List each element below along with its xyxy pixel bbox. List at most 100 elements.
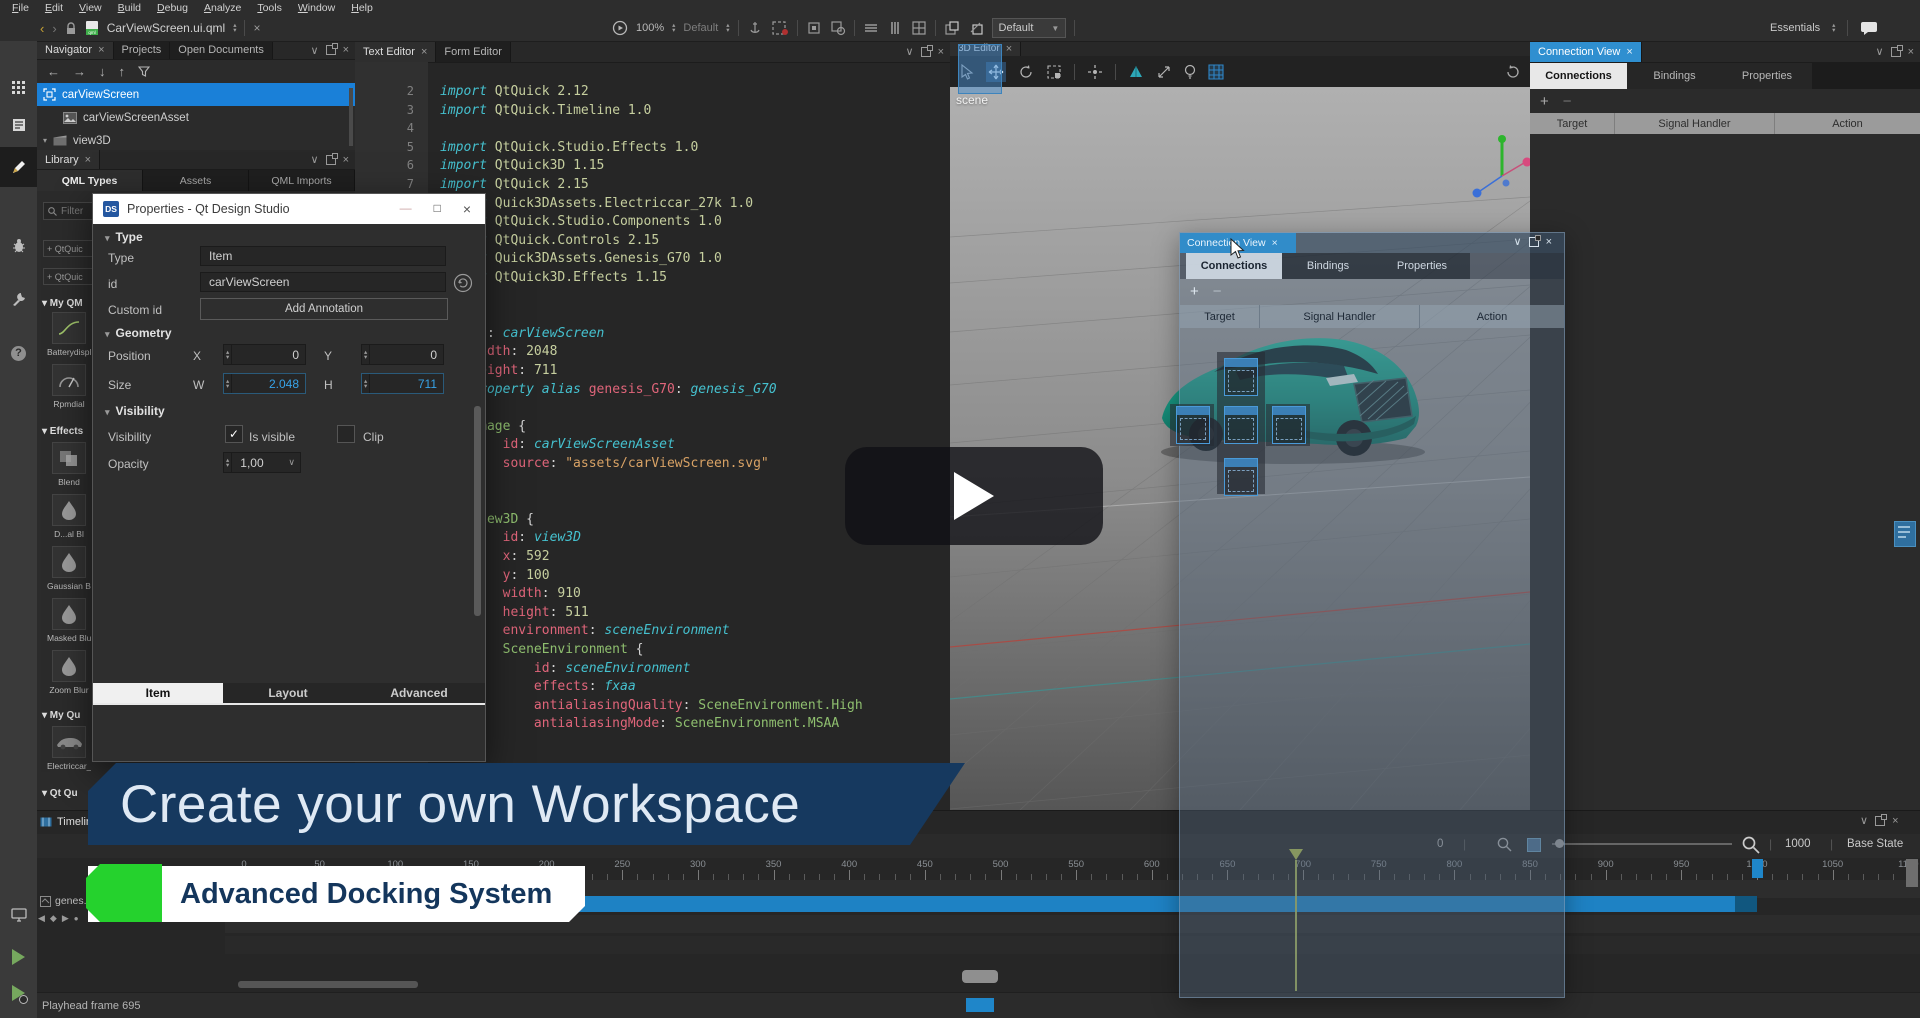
tree-item-carviewscreenasset[interactable]: carViewScreenAsset (37, 106, 355, 129)
tree-item-carviewscreen[interactable]: carViewScreen (37, 83, 355, 106)
feedback-chat-icon[interactable] (1860, 21, 1878, 35)
library-section-header[interactable]: ▾ Qt Qu (42, 788, 78, 799)
dialog-scrollbar[interactable] (474, 406, 481, 616)
tab-connections[interactable]: Connections (1530, 63, 1627, 89)
dock-drop-bottom-icon[interactable] (1224, 458, 1258, 496)
open-document-selector[interactable]: CarViewScreen.ui.qml (107, 21, 226, 35)
menu-help[interactable]: Help (351, 2, 373, 14)
close-icon[interactable]: × (463, 201, 471, 217)
tab-advanced[interactable]: Advanced (353, 683, 485, 703)
send-backward-icon[interactable] (968, 20, 984, 36)
close-icon[interactable]: × (1892, 815, 1898, 827)
video-play-button[interactable] (845, 447, 1103, 545)
dock-drop-left-icon[interactable] (1176, 406, 1210, 444)
height-spinbox[interactable]: ▴▾711 (361, 373, 444, 394)
tab-navigator[interactable]: Navigator× (37, 41, 114, 59)
y-spinbox[interactable]: ▴▾0 (361, 344, 444, 365)
keyframe-icon[interactable]: ◆ (50, 913, 57, 924)
add-annotation-button[interactable]: Add Annotation (200, 298, 448, 320)
column-signal-handler[interactable]: Signal Handler (1615, 113, 1775, 134)
rows-icon[interactable] (887, 20, 903, 36)
splitter-handle[interactable] (962, 970, 998, 983)
grid-toggle-icon[interactable] (1208, 64, 1224, 80)
x-spinbox[interactable]: ▴▾0 (223, 344, 306, 365)
scrollbar[interactable] (349, 88, 353, 146)
type-field[interactable]: Item (200, 246, 446, 266)
tab-projects[interactable]: Projects (114, 41, 171, 59)
close-icon[interactable]: × (1272, 237, 1278, 249)
live-preview-icon[interactable] (612, 20, 628, 36)
library-component-d-al-bl[interactable]: D...al Bl (47, 494, 91, 539)
zoom-level[interactable]: 100% (636, 22, 664, 34)
tab-bindings[interactable]: Bindings (1627, 63, 1722, 89)
edit-light-icon[interactable] (1184, 64, 1196, 80)
library-section-header[interactable]: ▾ Effects (42, 426, 83, 437)
chevron-down-icon[interactable]: ∨ (311, 44, 319, 57)
menu-tools[interactable]: Tools (257, 2, 282, 14)
section-visibility[interactable]: ▾Visibility (105, 404, 165, 418)
expander-icon[interactable]: ▾ (43, 136, 47, 145)
move-down-icon[interactable]: ↓ (99, 64, 106, 79)
dock-drop-center-icon[interactable] (1224, 406, 1258, 444)
popout-icon[interactable] (1529, 237, 1539, 247)
docked-tool-icon[interactable] (1894, 521, 1916, 547)
code-line[interactable]: import QtQuick.Studio.Effects 1.0 (440, 140, 698, 155)
popout-icon[interactable] (1875, 816, 1885, 826)
state-selector[interactable]: Default▼ (992, 18, 1067, 38)
section-geometry[interactable]: ▾Geometry (105, 326, 172, 340)
code-line[interactable]: antialiasingQuality: SceneEnvironment.Hi… (440, 698, 863, 713)
column-action[interactable]: Action (1775, 113, 1920, 134)
grid-layout-icon[interactable] (911, 20, 927, 36)
workspace-stepper[interactable]: ▴▾ (1832, 23, 1835, 33)
forward-icon[interactable]: › (52, 21, 56, 36)
popout-icon[interactable] (326, 155, 336, 165)
bring-forward-icon[interactable] (944, 20, 960, 36)
is-visible-checkbox[interactable]: ✓ (225, 425, 243, 443)
popout-icon[interactable] (1891, 47, 1901, 57)
library-section-header[interactable]: ▾ My QM (42, 298, 83, 309)
library-component-gaussian-blur[interactable]: Gaussian Blur (47, 546, 91, 591)
close-icon[interactable]: × (85, 154, 91, 166)
workspace-selector[interactable]: Essentials (1770, 22, 1820, 34)
chevron-down-icon[interactable]: ∨ (1860, 814, 1868, 827)
tab-bindings[interactable]: Bindings (1282, 253, 1374, 279)
tab-qml-types[interactable]: QML Types (37, 170, 143, 191)
tab-form-editor[interactable]: Form Editor (436, 41, 510, 62)
properties-dialog[interactable]: DS Properties - Qt Design Studio — □ × ▾… (92, 193, 486, 762)
chevron-down-icon[interactable]: ∨ (906, 45, 914, 58)
move-right-icon[interactable]: → (73, 64, 86, 79)
clip-checkbox[interactable] (337, 425, 355, 443)
add-connection-button[interactable]: + (1540, 93, 1549, 110)
dock-drop-right-icon[interactable] (1272, 406, 1306, 444)
welcome-mode-icon[interactable] (0, 71, 37, 103)
axis-gizmo[interactable] (1462, 131, 1530, 216)
section-type[interactable]: ▾Type (105, 230, 143, 244)
opacity-spinbox[interactable]: ▴▾1,00∨ (223, 452, 301, 473)
filter-icon[interactable] (138, 66, 150, 77)
snapping-icon[interactable] (771, 20, 789, 36)
style-preset[interactable]: Default (683, 22, 718, 34)
maximize-icon[interactable]: □ (434, 201, 441, 217)
vertical-scrollbar[interactable] (1906, 859, 1918, 887)
tab-properties[interactable]: Properties (1722, 63, 1812, 89)
close-icon[interactable]: × (98, 44, 104, 56)
add-connection-button[interactable]: + (1190, 283, 1199, 300)
tab-qml-imports[interactable]: QML Imports (249, 170, 355, 191)
menu-build[interactable]: Build (118, 2, 141, 14)
minimize-icon[interactable]: — (400, 201, 412, 217)
projects-tools-icon[interactable] (0, 283, 37, 315)
remove-connection-button[interactable]: − (1563, 93, 1572, 110)
close-icon[interactable]: × (1626, 46, 1632, 58)
move-left-icon[interactable]: ← (47, 64, 60, 79)
close-icon[interactable]: × (1908, 46, 1914, 58)
bounds-icon[interactable] (806, 20, 822, 36)
close-icon[interactable]: × (938, 46, 944, 58)
library-component-electriccar-27[interactable]: Electriccar_27 (47, 726, 91, 771)
code-line[interactable]: property alias genesis_G70: genesis_G70 (440, 382, 777, 397)
zoom-stepper[interactable]: ▴▾ (672, 23, 675, 33)
tab-library[interactable]: Library× (37, 150, 100, 169)
fit-selected-icon[interactable] (1087, 64, 1103, 80)
local-orientation-icon[interactable] (1128, 65, 1144, 79)
next-keyframe-icon[interactable]: ▶ (62, 913, 69, 924)
kit-selector-icon[interactable] (0, 899, 37, 931)
